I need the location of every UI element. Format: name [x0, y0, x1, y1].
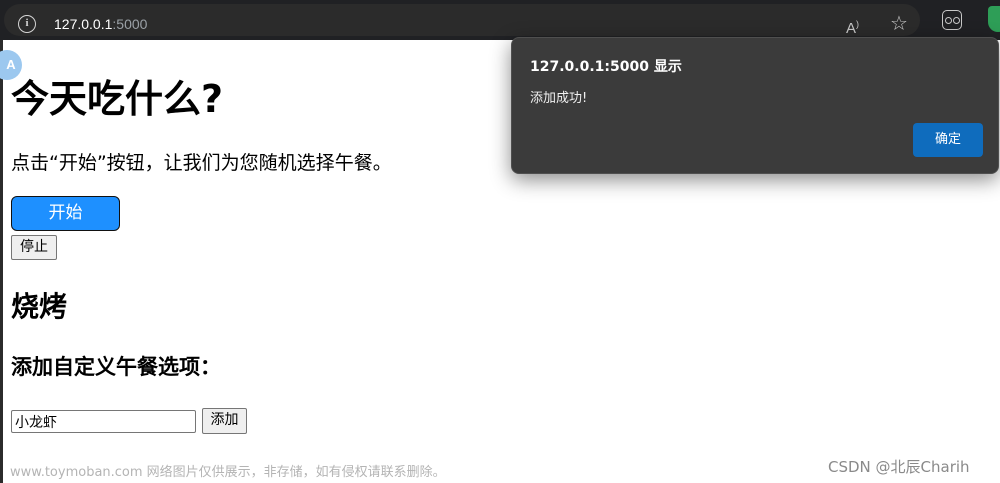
browser-toolbar: i 127.0.0.1:5000 A) ☆ — [0, 0, 1000, 40]
dialog-title: 127.0.0.1:5000 显示 — [530, 59, 682, 75]
window-edge — [0, 40, 3, 483]
browser-profile-icon[interactable] — [942, 10, 962, 30]
extension-shield-icon[interactable] — [988, 6, 1000, 32]
read-aloud-icon[interactable]: A) — [846, 14, 866, 37]
custom-lunch-input[interactable] — [11, 410, 196, 433]
url-text[interactable]: 127.0.0.1:5000 — [54, 15, 147, 33]
author-credit: CSDN @北辰Charih — [828, 458, 970, 476]
start-button[interactable]: 开始 — [11, 196, 120, 231]
stop-button[interactable]: 停止 — [11, 235, 57, 260]
favorite-star-icon[interactable]: ☆ — [888, 12, 910, 34]
address-bar[interactable]: i 127.0.0.1:5000 A) ☆ — [4, 4, 920, 37]
page-title: 今天吃什么? — [11, 77, 224, 121]
watermark-text: www.toymoban.com 网络图片仅供展示，非存储，如有侵权请联系删除。 — [10, 465, 446, 480]
url-port: :5000 — [112, 16, 148, 32]
dialog-ok-button[interactable]: 确定 — [913, 123, 983, 157]
add-option-heading: 添加自定义午餐选项： — [11, 355, 221, 379]
url-host: 127.0.0.1 — [54, 16, 113, 32]
alert-dialog: 127.0.0.1:5000 显示 添加成功! 确定 — [511, 37, 999, 174]
instruction-text: 点击“开始”按钮，让我们为您随机选择午餐。 — [11, 152, 392, 174]
add-button[interactable]: 添加 — [202, 408, 247, 434]
dialog-message: 添加成功! — [530, 91, 588, 106]
site-info-icon[interactable]: i — [18, 15, 36, 33]
lunch-result: 烧烤 — [11, 290, 68, 323]
